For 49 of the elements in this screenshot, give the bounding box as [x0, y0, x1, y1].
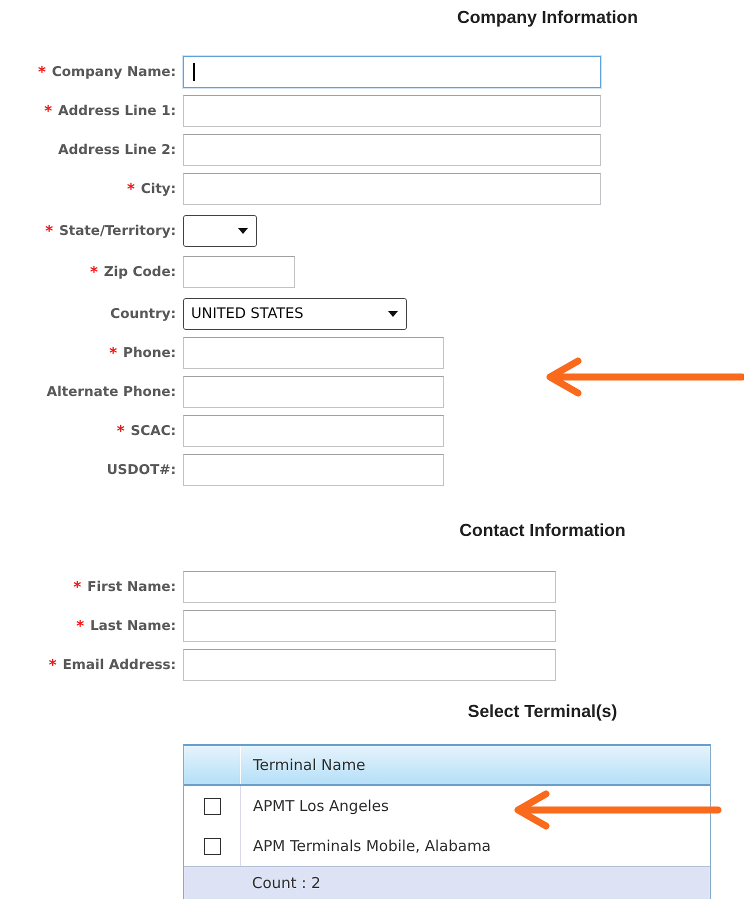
required-asterisk: *: [116, 422, 125, 440]
text-field[interactable]: [183, 256, 295, 288]
dropdown-caret-icon: [388, 311, 398, 317]
section-heading: Select Terminal(s): [468, 701, 618, 723]
field-label: SCAC:: [130, 423, 176, 439]
section-heading: Company Information: [457, 7, 638, 29]
text-field[interactable]: [183, 610, 556, 642]
field-label: Phone:: [123, 345, 176, 361]
text-cursor: [193, 63, 195, 81]
row-checkbox[interactable]: [204, 838, 220, 854]
field-label: USDOT#:: [106, 462, 176, 478]
required-asterisk: *: [44, 102, 52, 120]
text-field[interactable]: [183, 95, 601, 127]
required-asterisk: *: [76, 617, 84, 635]
dropdown[interactable]: [183, 215, 257, 247]
required-asterisk: *: [48, 656, 57, 674]
text-field[interactable]: [183, 337, 444, 369]
required-asterisk: *: [45, 222, 54, 240]
text-field[interactable]: [183, 134, 601, 166]
row-count: Count : 2: [252, 874, 321, 892]
field-label: Address Line 1:: [58, 103, 176, 119]
required-asterisk: *: [126, 180, 135, 198]
text-field[interactable]: [183, 454, 444, 486]
row-checkbox[interactable]: [204, 798, 220, 814]
dropdown-caret-icon: [238, 228, 248, 234]
field-label: Zip Code:: [104, 264, 176, 280]
required-asterisk: *: [38, 63, 46, 81]
table-cell: APMT Los Angeles: [253, 797, 389, 815]
required-asterisk: *: [109, 344, 118, 362]
field-label: First Name:: [87, 579, 176, 595]
field-label: Last Name:: [90, 618, 176, 634]
required-asterisk: *: [73, 578, 82, 596]
text-field[interactable]: [183, 571, 556, 603]
section-heading: Contact Information: [459, 520, 626, 542]
field-label: Alternate Phone:: [46, 384, 176, 400]
text-field[interactable]: [183, 56, 601, 88]
text-field[interactable]: [183, 376, 444, 408]
table-cell: APM Terminals Mobile, Alabama: [253, 837, 491, 855]
text-field[interactable]: [183, 649, 556, 681]
field-label: State/Territory:: [59, 223, 176, 239]
field-label: Country:: [110, 306, 176, 322]
text-field[interactable]: [183, 415, 444, 447]
field-label: Address Line 2:: [58, 142, 176, 158]
required-asterisk: *: [90, 263, 98, 281]
dropdown[interactable]: UNITED STATES: [183, 298, 407, 330]
field-label: Company Name:: [52, 64, 176, 80]
field-label: Email Address:: [62, 657, 176, 673]
field-label: City:: [140, 181, 176, 197]
text-field[interactable]: [183, 173, 601, 205]
